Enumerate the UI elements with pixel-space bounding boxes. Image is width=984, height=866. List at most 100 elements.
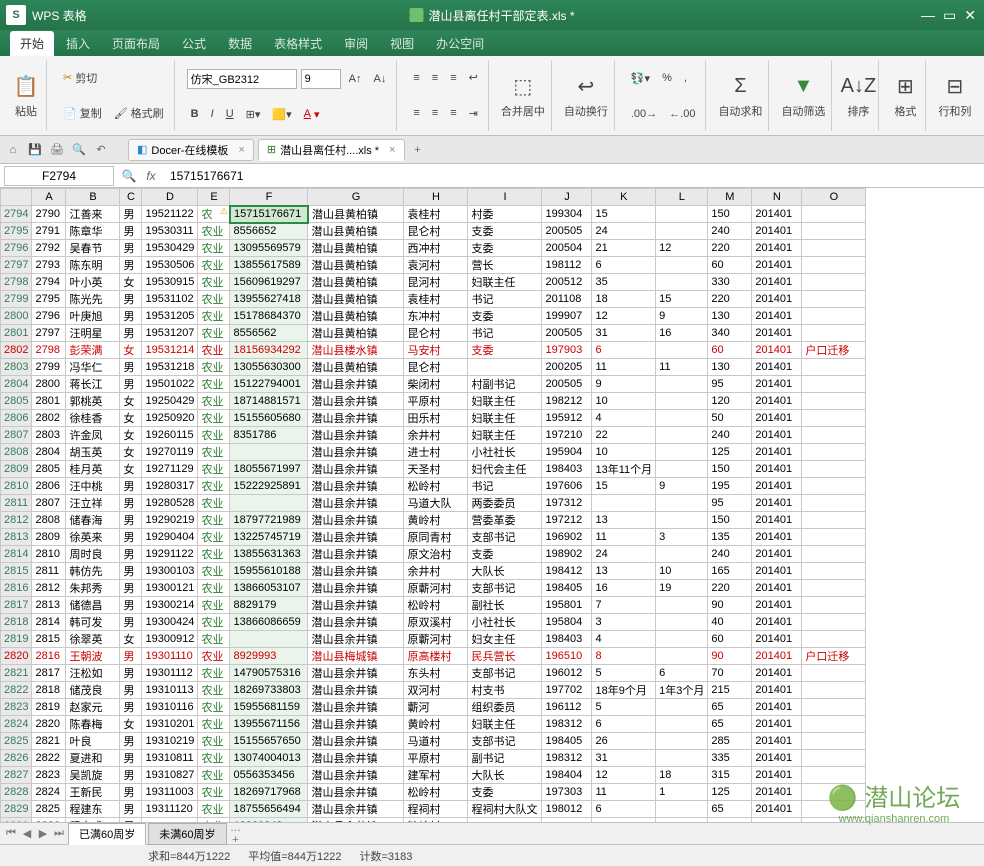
table-row[interactable]: 28222818储茂良男19310113农业18269733803潜山县余井镇双… (1, 682, 866, 699)
sheet-tab-other[interactable]: 未满60周岁 (148, 823, 226, 845)
table-row[interactable]: 28072803许金凤女19260115农业8351786潜山县余井镇余井村妇联… (1, 427, 866, 444)
sheet-nav-next[interactable]: ▶ (36, 827, 50, 840)
table-row[interactable]: 28262822夏进和男19310811农业13074004013潜山县余井镇平… (1, 750, 866, 767)
menu-page-layout[interactable]: 页面布局 (102, 31, 170, 56)
cut-button[interactable]: ✂剪切 (59, 68, 168, 88)
format-button[interactable]: ⊞格式 (891, 73, 919, 119)
col-header[interactable]: O (802, 189, 866, 206)
table-row[interactable]: 28122808储春海男19290219农业18797721989潜山县余井镇黄… (1, 512, 866, 529)
col-header[interactable]: D (142, 189, 198, 206)
table-row[interactable]: 28052801郭桃英女19250429农业18714881571潜山县余井镇平… (1, 393, 866, 410)
menu-table-style[interactable]: 表格样式 (264, 31, 332, 56)
add-tab-button[interactable]: + (409, 141, 427, 159)
align-right-button[interactable]: ≡ (446, 105, 460, 121)
table-row[interactable]: 27942790江善来男19521122农15715176671潜山县黄柏镇袁桂… (1, 206, 866, 223)
border-button[interactable]: ⊞▾ (242, 106, 265, 123)
spreadsheet-grid[interactable]: ABCDEFGHIJKLMNO27942790江善来男19521122农1571… (0, 188, 984, 822)
paste-button[interactable]: 📋粘贴 (12, 73, 40, 119)
add-sheet-button[interactable]: …+ (229, 822, 243, 846)
col-header[interactable]: B (66, 189, 120, 206)
table-row[interactable]: 28282824王新民男19311003农业18269717968潜山县余井镇松… (1, 784, 866, 801)
table-row[interactable]: 28142810周时良男19291122农业13855631363潜山县余井镇原… (1, 546, 866, 563)
menu-data[interactable]: 数据 (218, 31, 262, 56)
sheet-nav-first[interactable]: ⏮ (4, 827, 18, 840)
col-header[interactable]: J (542, 189, 592, 206)
increase-font-button[interactable]: A↑ (345, 71, 366, 87)
align-left-button[interactable]: ≡ (409, 105, 423, 121)
sort-button[interactable]: A↓Z排序 (844, 73, 872, 119)
comma-button[interactable]: , (680, 70, 691, 86)
table-row[interactable]: 28202816王朝波男19301110农业8929993潜山县梅城镇原高楼村民… (1, 648, 866, 665)
table-row[interactable]: 28042800蒋长江男19501022农业15122794001潜山县余井镇柴… (1, 376, 866, 393)
close-file-icon[interactable]: × (389, 144, 395, 156)
col-header[interactable]: L (656, 189, 708, 206)
table-row[interactable]: 28002796叶庚旭男19531205农业15178684370潜山县黄柏镇东… (1, 308, 866, 325)
table-row[interactable]: 28182814韩可发男19300424农业13866086659潜山县余井镇原… (1, 614, 866, 631)
table-row[interactable]: 28242820陈春梅女19310201农业13955671156潜山县余井镇黄… (1, 716, 866, 733)
table-row[interactable]: 28092805桂月英女19271129农业18055671997潜山县余井镇天… (1, 461, 866, 478)
fill-color-button[interactable]: 🟨▾ (268, 106, 295, 123)
decrease-decimal-button[interactable]: ←.00 (665, 106, 699, 122)
fx-button[interactable]: fx (140, 165, 162, 187)
col-header[interactable]: E (198, 189, 230, 206)
close-docer-icon[interactable]: × (238, 144, 244, 156)
wrap-button[interactable]: ↩ (465, 69, 482, 86)
sheet-nav-last[interactable]: ⏭ (52, 827, 66, 840)
menu-insert[interactable]: 插入 (56, 31, 100, 56)
home-icon[interactable]: ⌂ (4, 141, 22, 159)
table-row[interactable]: 28082804胡玉英女19270119农业潜山县余井镇进士村小社社长19590… (1, 444, 866, 461)
table-row[interactable]: 28012797汪明星男19531207农业8556562潜山县黄柏镇昆仑村书记… (1, 325, 866, 342)
col-header[interactable]: N (752, 189, 802, 206)
underline-button[interactable]: U (222, 106, 238, 122)
table-row[interactable]: 28032799冯华仁男19531218农业13055630300潜山县黄柏镇昆… (1, 359, 866, 376)
row-col-button[interactable]: ⊟行和列 (938, 73, 971, 119)
close-button[interactable]: ✕ (964, 7, 976, 24)
docer-tab[interactable]: ◧Docer-在线模板× (128, 139, 254, 161)
table-row[interactable]: 28212817汪松如男19301112农业14790575316潜山县余井镇东… (1, 665, 866, 682)
minimize-button[interactable]: — (921, 7, 935, 24)
col-header[interactable]: K (592, 189, 656, 206)
col-header[interactable]: A (32, 189, 66, 206)
table-row[interactable]: 27962792吴春节男19530429农业13095569579潜山县黄柏镇西… (1, 240, 866, 257)
italic-button[interactable]: I (207, 106, 218, 122)
percent-button[interactable]: % (658, 70, 676, 86)
name-box[interactable] (4, 166, 114, 186)
table-row[interactable]: 28172813储德昌男19300214农业8829179潜山县余井镇松岭村副社… (1, 597, 866, 614)
table-row[interactable]: 28162812朱邦秀男19300121农业13866053107潜山县余井镇原… (1, 580, 866, 597)
table-row[interactable]: 28152811韩仿先男19300103农业15955610188潜山县余井镇余… (1, 563, 866, 580)
font-name-select[interactable] (187, 69, 297, 89)
table-row[interactable]: 28062802徐桂香女19250920农业15155605680潜山县余井镇田… (1, 410, 866, 427)
file-tab[interactable]: ⊞潜山县离任村....xls *× (258, 139, 405, 161)
col-header[interactable]: H (404, 189, 468, 206)
table-row[interactable]: 27952791陈章华男19530311农业8556652潜山县黄柏镇昆仑村支委… (1, 223, 866, 240)
table-row[interactable]: 28292825程建东男19311120农业18755656494潜山县余井镇程… (1, 801, 866, 818)
align-bottom-button[interactable]: ≡ (446, 70, 460, 86)
print-icon[interactable]: 🖨 (48, 141, 66, 159)
table-row[interactable]: 28192815徐翠英女19300912农业潜山县余井镇原蘄河村妇女主任1984… (1, 631, 866, 648)
table-row[interactable]: 28252821叶良男19310219农业15155657650潜山县余井镇马道… (1, 733, 866, 750)
table-row[interactable]: 28302826程大成男农业18360842潜山县余井镇糖岭村 (1, 818, 866, 823)
table-row[interactable]: 28102806汪中桃男19280317农业15222925891潜山县余井镇松… (1, 478, 866, 495)
menu-office-space[interactable]: 办公空间 (426, 31, 494, 56)
table-row[interactable]: 28232819赵家元男19310116农业15955681159潜山县余井镇蘄… (1, 699, 866, 716)
maximize-button[interactable]: ▭ (943, 7, 956, 24)
table-row[interactable]: 28112807汪立祥男19280528农业潜山县余井镇马道大队两委委员1973… (1, 495, 866, 512)
sheet-tab-active[interactable]: 已满60周岁 (68, 823, 146, 845)
col-header[interactable]: F (230, 189, 308, 206)
align-middle-button[interactable]: ≡ (428, 70, 442, 86)
save-icon[interactable]: 💾 (26, 141, 44, 159)
formula-value[interactable]: 15715176671 (162, 169, 984, 183)
col-header[interactable] (1, 189, 32, 206)
menu-start[interactable]: 开始 (10, 31, 54, 56)
currency-button[interactable]: 💱▾ (627, 70, 654, 87)
bold-button[interactable]: B (187, 106, 203, 122)
menu-formula[interactable]: 公式 (172, 31, 216, 56)
wrap-text-button[interactable]: ↩自动换行 (564, 73, 608, 119)
fx-icon[interactable]: 🔍 (118, 165, 140, 187)
col-header[interactable]: I (468, 189, 542, 206)
col-header[interactable]: M (708, 189, 752, 206)
merge-center-button[interactable]: ⬚合并居中 (501, 73, 545, 119)
sheet-nav-prev[interactable]: ◀ (20, 827, 34, 840)
menu-view[interactable]: 视图 (380, 31, 424, 56)
table-row[interactable]: 27982794叶小英女19530915农业15609619297潜山县黄柏镇昆… (1, 274, 866, 291)
